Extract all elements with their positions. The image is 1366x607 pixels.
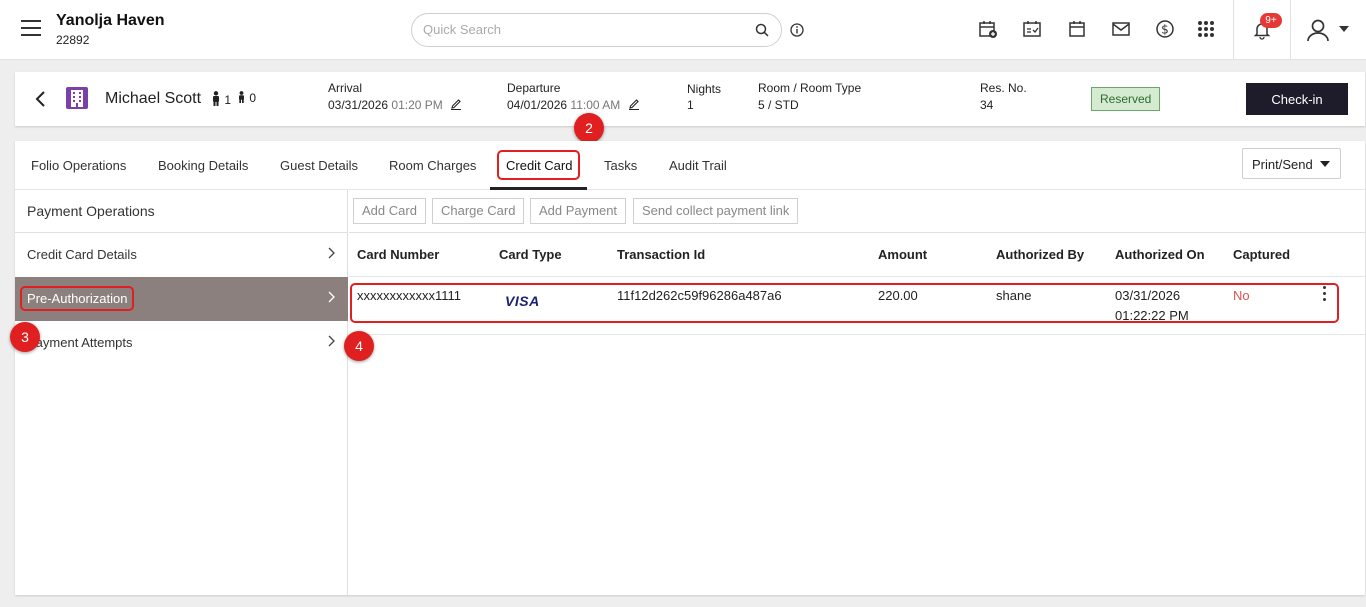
step-marker-3: 3 bbox=[10, 322, 40, 352]
adult-icon bbox=[213, 91, 219, 106]
print-send-dropdown[interactable]: Print/Send bbox=[1242, 148, 1341, 179]
print-send-label: Print/Send bbox=[1252, 157, 1313, 172]
chevron-right-icon bbox=[328, 247, 335, 259]
column-transaction-id: Transaction Id bbox=[617, 247, 706, 262]
tab-booking-details[interactable]: Booking Details bbox=[158, 158, 248, 173]
toolbar-divider bbox=[1290, 0, 1291, 60]
departure-label: Departure bbox=[507, 81, 561, 95]
res-no-label: Res. No. bbox=[980, 81, 1027, 95]
arrival-date: 03/31/2026 bbox=[328, 98, 389, 112]
svg-text:$: $ bbox=[1161, 23, 1169, 37]
step-marker-4: 4 bbox=[344, 331, 374, 361]
payment-operations-nav: Payment Operations Credit Card Details P… bbox=[15, 190, 348, 595]
payment-operations-title: Payment Operations bbox=[27, 203, 155, 219]
menu-icon[interactable] bbox=[21, 20, 41, 36]
calendar-add-icon[interactable] bbox=[978, 19, 998, 39]
back-arrow-icon[interactable] bbox=[34, 90, 48, 108]
highlight-pre-auth-row bbox=[350, 283, 1339, 323]
departure-time: 11:00 AM bbox=[570, 98, 621, 112]
table-header-divider bbox=[349, 276, 1365, 277]
add-card-button[interactable]: Add Card bbox=[353, 198, 426, 224]
property-name: Yanolja Haven bbox=[56, 12, 165, 29]
nav-item-label: Payment Attempts bbox=[27, 335, 133, 350]
add-payment-button[interactable]: Add Payment bbox=[530, 198, 627, 224]
highlight-pre-authorization bbox=[20, 286, 134, 311]
child-count-value: 0 bbox=[249, 91, 257, 105]
check-in-button[interactable]: Check-in bbox=[1246, 83, 1348, 115]
calendar-icon[interactable] bbox=[1067, 19, 1087, 39]
user-icon[interactable] bbox=[1305, 17, 1331, 43]
tab-guest-details[interactable]: Guest Details bbox=[280, 158, 358, 173]
send-collect-payment-link-button[interactable]: Send collect payment link bbox=[633, 198, 799, 224]
status-badge: Reserved bbox=[1091, 87, 1161, 111]
nights-value: 1 bbox=[687, 98, 694, 112]
guest-name: Michael Scott bbox=[105, 90, 202, 107]
search-icon[interactable] bbox=[755, 23, 769, 37]
edit-arrival-icon[interactable] bbox=[450, 98, 462, 110]
room-label: Room / Room Type bbox=[758, 81, 862, 95]
tab-folio-operations[interactable]: Folio Operations bbox=[31, 158, 126, 173]
column-card-number: Card Number bbox=[357, 247, 440, 262]
dollar-icon[interactable]: $ bbox=[1155, 19, 1175, 39]
departure-value: 04/01/2026 11:00 AM bbox=[507, 98, 640, 112]
arrival-value: 03/31/2026 01:20 PM bbox=[328, 98, 462, 112]
column-authorized-on: Authorized On bbox=[1115, 247, 1205, 262]
column-amount: Amount bbox=[878, 247, 928, 262]
nav-item-label: Credit Card Details bbox=[27, 247, 137, 262]
toolbar-divider bbox=[1233, 0, 1234, 60]
nav-item-payment-attempts[interactable]: Payment Attempts bbox=[15, 321, 348, 365]
edit-departure-icon[interactable] bbox=[628, 98, 640, 110]
room-value: 5 / STD bbox=[758, 98, 799, 112]
column-captured: Captured bbox=[1233, 247, 1291, 262]
highlight-credit-card-tab bbox=[497, 150, 580, 180]
main-panel: Folio Operations Booking Details Guest D… bbox=[15, 141, 1365, 595]
arrival-time: 01:20 PM bbox=[391, 98, 443, 112]
quick-search[interactable] bbox=[411, 13, 782, 47]
tab-audit-trail[interactable]: Audit Trail bbox=[669, 158, 727, 173]
column-authorized-by: Authorized By bbox=[996, 247, 1085, 262]
step-marker-2: 2 bbox=[574, 113, 604, 143]
arrival-label: Arrival bbox=[328, 81, 363, 95]
adult-count: 1 bbox=[211, 91, 231, 107]
nav-item-credit-card-details[interactable]: Credit Card Details bbox=[15, 233, 348, 277]
chevron-down-icon bbox=[1320, 161, 1330, 167]
chevron-right-icon bbox=[328, 335, 335, 347]
tab-bar: Folio Operations Booking Details Guest D… bbox=[15, 141, 1365, 190]
departure-date: 04/01/2026 bbox=[507, 98, 568, 112]
column-card-type: Card Type bbox=[499, 247, 562, 262]
child-icon bbox=[239, 91, 244, 103]
nights-label: Nights bbox=[687, 82, 722, 96]
chevron-down-icon[interactable] bbox=[1339, 26, 1349, 32]
calendar-check-icon[interactable] bbox=[1022, 19, 1042, 39]
notification-badge: 9+ bbox=[1260, 13, 1282, 28]
charge-card-button[interactable]: Charge Card bbox=[432, 198, 525, 224]
hotel-icon bbox=[66, 87, 88, 109]
chevron-right-icon bbox=[328, 291, 335, 303]
child-count: 0 bbox=[237, 91, 256, 105]
search-input[interactable] bbox=[423, 22, 743, 37]
reservation-summary: Michael Scott 1 0 Arrival 03/31/2026 01:… bbox=[15, 72, 1365, 126]
table-row-divider bbox=[349, 334, 1365, 335]
payment-operations-header: Payment Operations bbox=[15, 190, 348, 233]
apps-grid-icon[interactable] bbox=[1196, 19, 1216, 39]
adult-count-value: 1 bbox=[224, 93, 232, 107]
mail-icon[interactable] bbox=[1111, 19, 1131, 39]
info-icon[interactable] bbox=[790, 23, 804, 37]
res-no-value: 34 bbox=[980, 98, 994, 112]
top-bar: Yanolja Haven 22892 $ 9+ bbox=[0, 0, 1366, 60]
payment-actions-bar: Add Card Charge Card Add Payment Send co… bbox=[349, 190, 1365, 233]
property-id: 22892 bbox=[56, 33, 90, 47]
tab-tasks[interactable]: Tasks bbox=[604, 158, 637, 173]
tab-room-charges[interactable]: Room Charges bbox=[389, 158, 476, 173]
